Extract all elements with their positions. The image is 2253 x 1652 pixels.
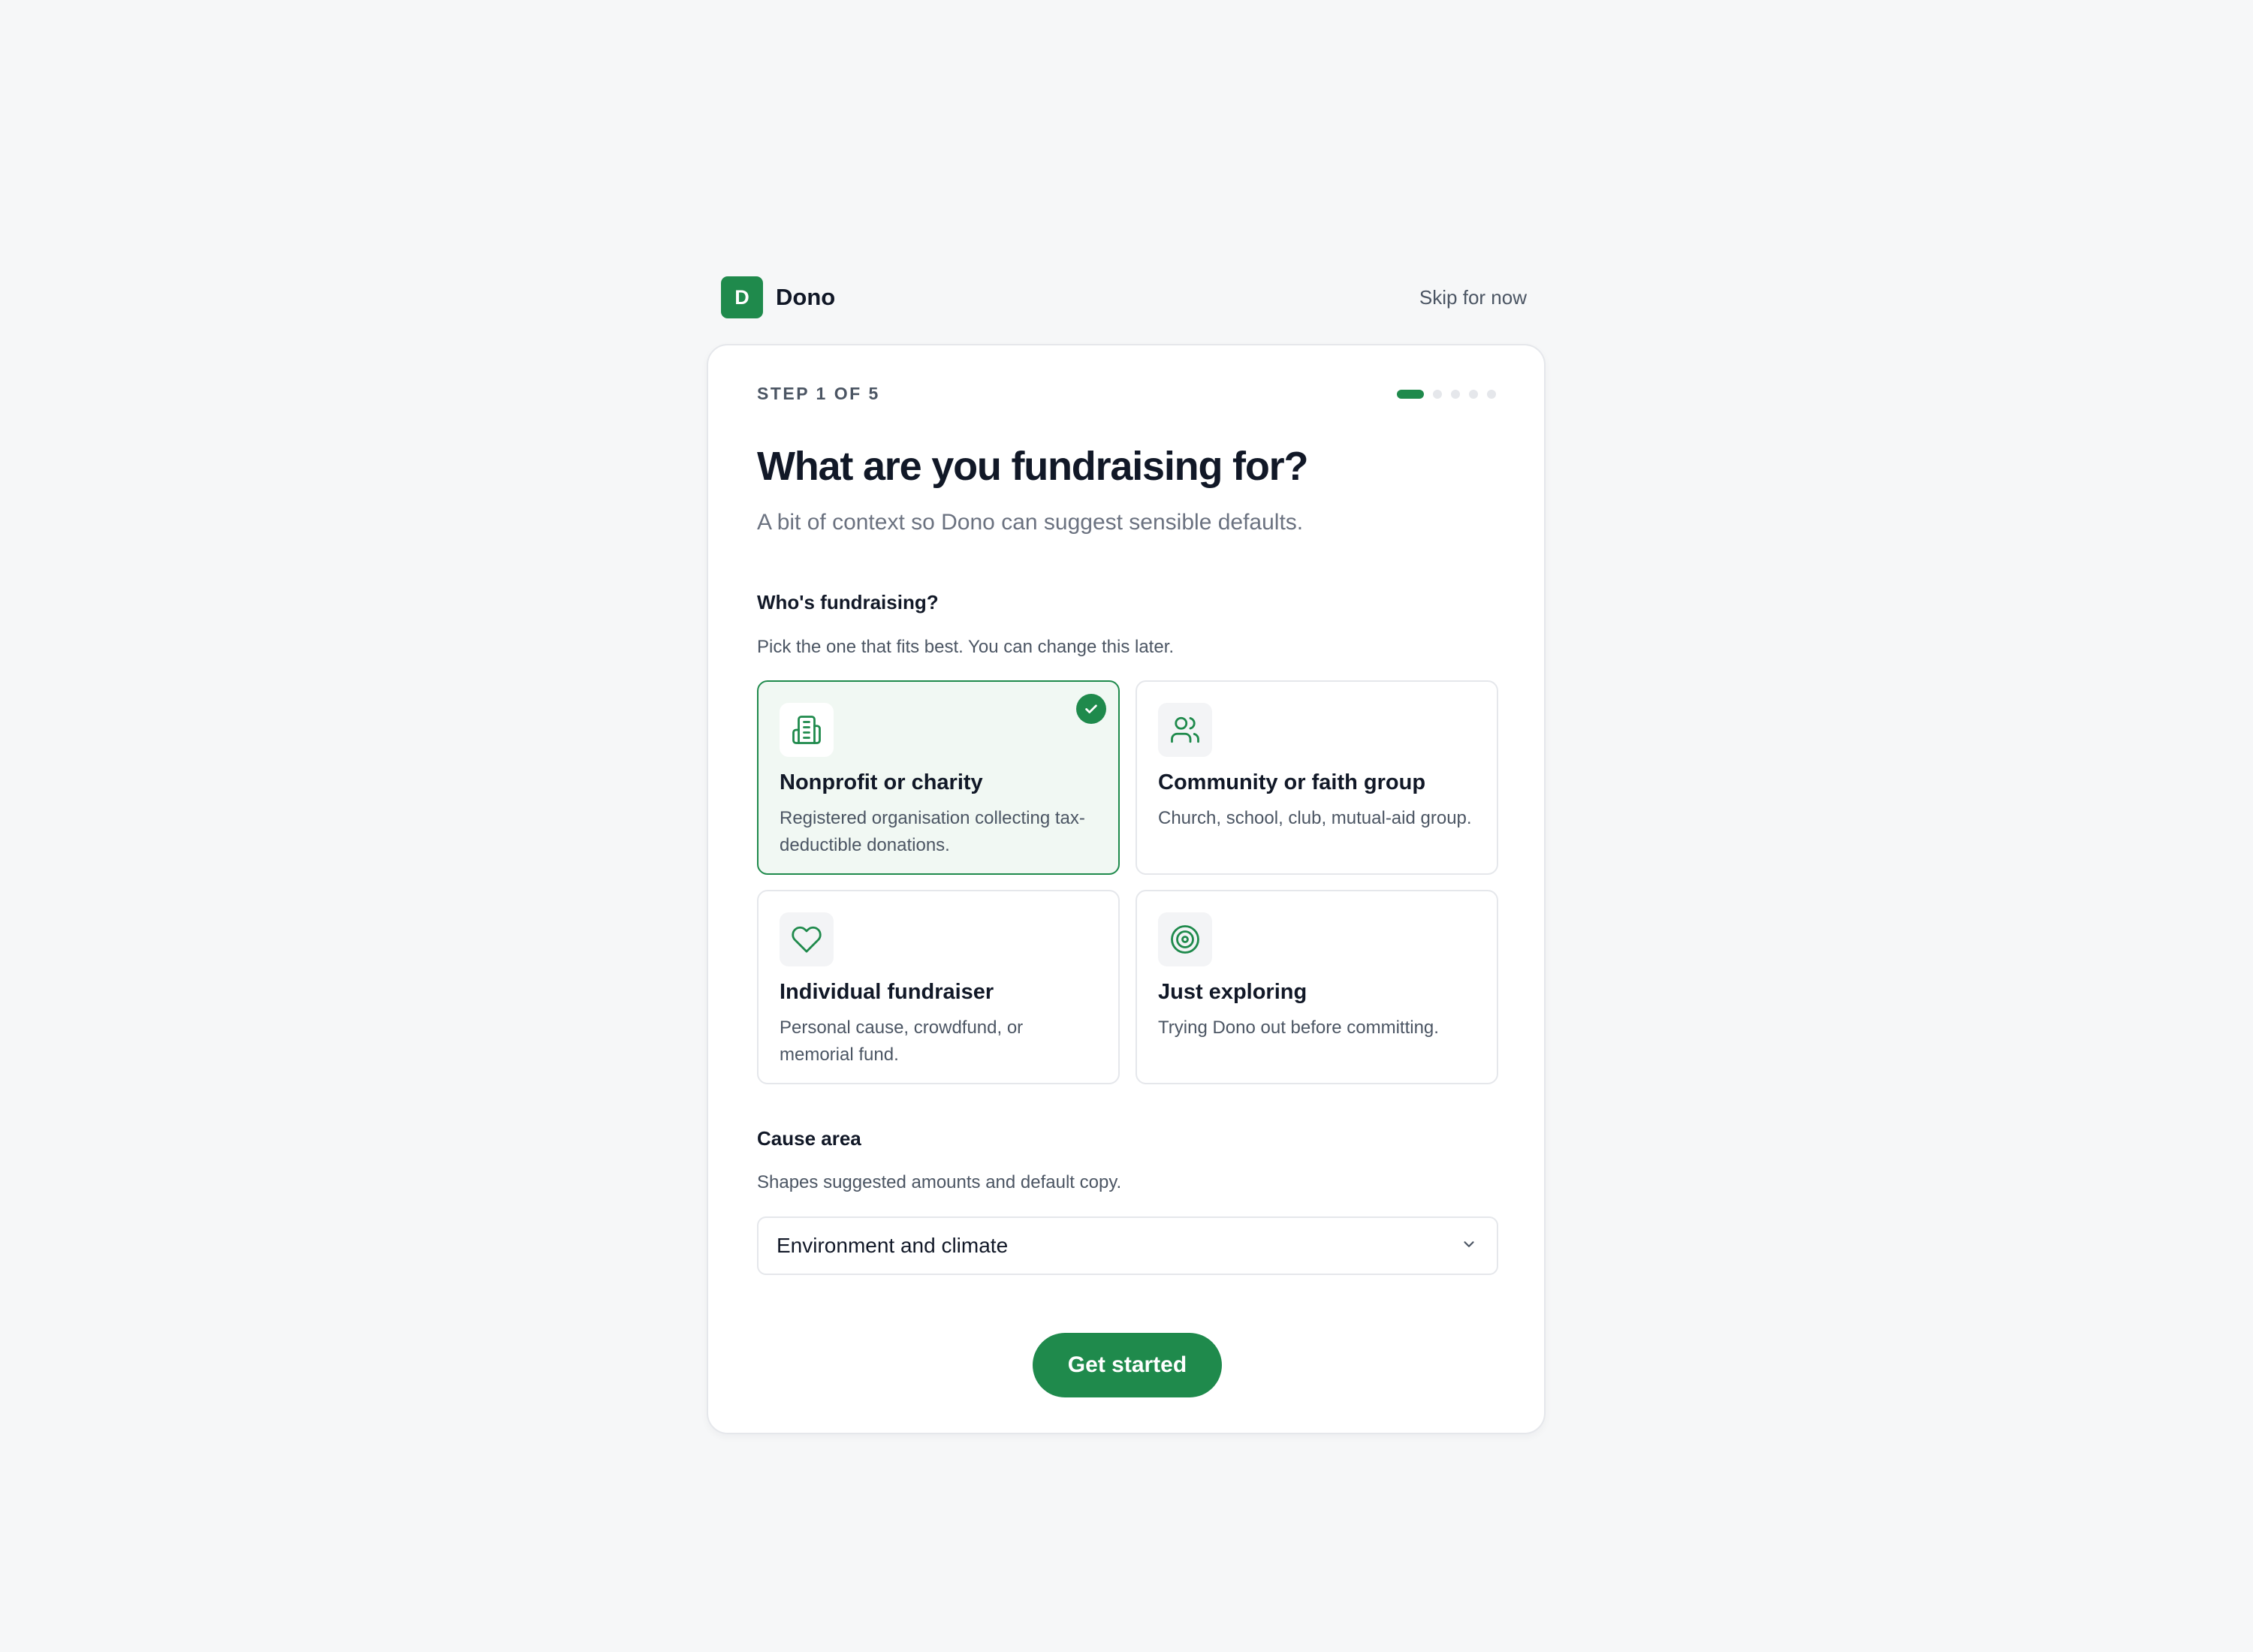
option-title: Community or faith group <box>1158 770 1426 794</box>
page-title: What are you fundraising for? <box>757 444 1308 489</box>
chevron-down-icon <box>1461 1236 1477 1256</box>
option-description: Church, school, club, mutual-aid group. <box>1158 808 1472 828</box>
option-description: Trying Dono out before committing. <box>1158 1017 1439 1038</box>
cause-area-hint: Shapes suggested amounts and default cop… <box>757 1172 1122 1192</box>
building-icon <box>780 703 834 757</box>
option-individual-fundraiser[interactable]: Individual fundraiser Personal cause, cr… <box>757 890 1120 1084</box>
who-section-label: Who's fundraising? <box>757 591 939 613</box>
users-icon <box>1158 703 1212 757</box>
page-subtitle: A bit of context so Dono can suggest sen… <box>757 510 1304 535</box>
option-nonprofit-charity[interactable]: Nonprofit or charity Registered organisa… <box>757 680 1120 875</box>
progress-dot-active <box>1397 390 1424 399</box>
cause-area-label: Cause area <box>757 1127 861 1150</box>
cause-area-selected-value: Environment and climate <box>777 1234 1009 1257</box>
brand-name: Dono <box>776 284 836 310</box>
option-title: Nonprofit or charity <box>780 770 983 794</box>
cause-area-select[interactable]: Environment and climate <box>757 1216 1498 1275</box>
step-indicator: STEP 1 OF 5 <box>757 384 880 403</box>
fundraiser-type-options: Nonprofit or charity Registered organisa… <box>757 680 1498 1084</box>
option-title: Just exploring <box>1158 980 1307 1004</box>
progress-dot <box>1487 390 1496 399</box>
top-bar: D Dono Skip for now <box>721 276 1527 318</box>
get-started-button[interactable]: Get started <box>1033 1333 1222 1397</box>
who-section-hint: Pick the one that fits best. You can cha… <box>757 637 1175 657</box>
check-icon <box>1076 694 1106 724</box>
option-title: Individual fundraiser <box>780 980 994 1004</box>
option-community-faith-group[interactable]: Community or faith group Church, school,… <box>1136 680 1498 875</box>
step-progress-dots <box>1397 390 1496 399</box>
heart-icon <box>780 912 834 966</box>
option-just-exploring[interactable]: Just exploring Trying Dono out before co… <box>1136 890 1498 1084</box>
progress-dot <box>1433 390 1442 399</box>
brand[interactable]: D Dono <box>721 276 835 318</box>
progress-dot <box>1469 390 1478 399</box>
progress-dot <box>1451 390 1460 399</box>
logo-mark: D <box>721 276 763 318</box>
onboarding-card: STEP 1 OF 5 What are you fundraising for… <box>707 344 1546 1434</box>
target-icon <box>1158 912 1212 966</box>
option-description: Registered organisation collecting tax-d… <box>780 808 1085 855</box>
option-description: Personal cause, crowdfund, or memorial f… <box>780 1017 1024 1065</box>
skip-for-now-link[interactable]: Skip for now <box>1419 286 1527 309</box>
